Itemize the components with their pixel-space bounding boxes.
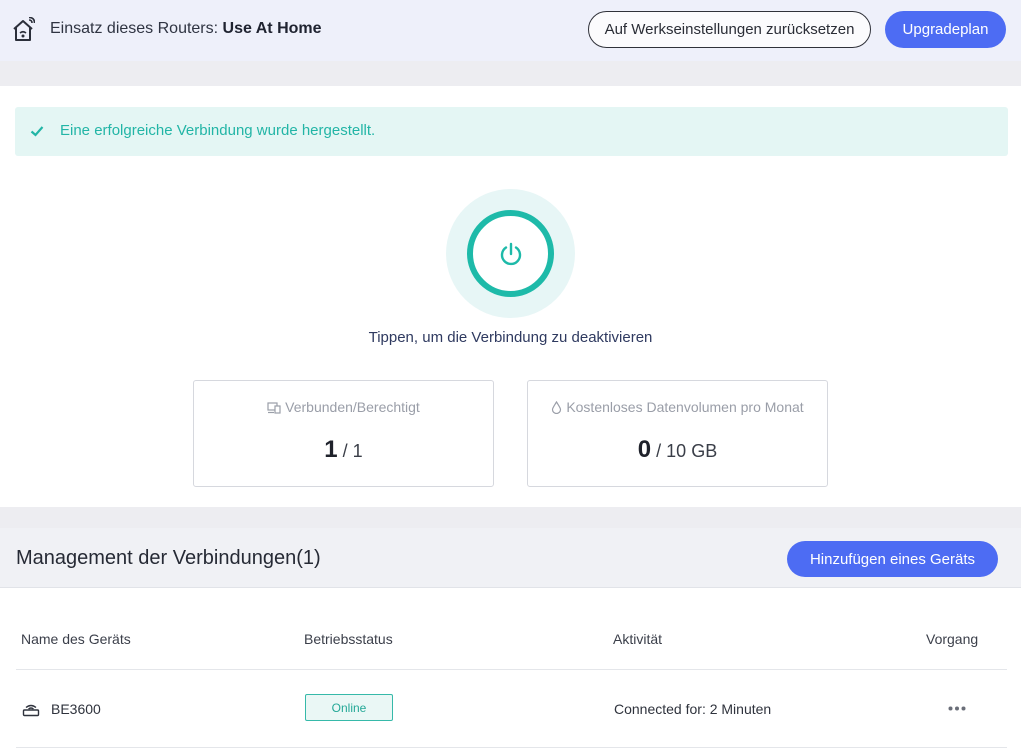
device-table: Name des Geräts Betriebsstatus Aktivität…	[0, 588, 1021, 754]
device-activity: Connected for: 2 Minuten	[614, 701, 772, 717]
header-divider	[16, 669, 1007, 670]
device-name: BE3600	[51, 701, 101, 717]
devices-stat-label: Verbunden/Berechtigt	[194, 399, 493, 415]
power-ring[interactable]	[467, 210, 554, 297]
devices-stat-value: 1 / 1	[324, 436, 363, 463]
check-icon	[30, 126, 44, 137]
home-wifi-icon	[13, 17, 35, 41]
column-header-action: Vorgang	[926, 631, 979, 647]
router-icon	[22, 704, 40, 717]
management-title: Management der Verbindungen(1)	[16, 547, 321, 569]
column-header-name: Name des Geräts	[21, 631, 131, 647]
droplet-icon	[552, 400, 562, 415]
upgrade-plan-button[interactable]: Upgradeplan	[885, 11, 1006, 48]
usage-value: Use At Home	[222, 20, 322, 37]
more-icon[interactable]	[948, 706, 966, 711]
router-usage-text: Einsatz dieses Routers: Use At Home	[50, 20, 322, 38]
status-badge: Online	[305, 694, 393, 721]
usage-label: Einsatz dieses Routers:	[50, 20, 219, 37]
data-stat-label: Kostenloses Datenvolumen pro Monat	[528, 399, 827, 415]
devices-icon	[267, 402, 281, 414]
row-divider	[16, 747, 1007, 748]
management-header: Management der Verbindungen(1) Hinzufüge…	[0, 528, 1021, 588]
devices-stat-box: Verbunden/Berechtigt 1 / 1	[193, 380, 494, 487]
power-toggle[interactable]	[446, 189, 575, 318]
top-bar: Einsatz dieses Routers: Use At Home Auf …	[0, 0, 1021, 61]
data-stat-box: Kostenloses Datenvolumen pro Monat 0 / 1…	[527, 380, 828, 487]
column-header-activity: Aktivität	[613, 631, 663, 647]
column-header-status: Betriebsstatus	[304, 631, 393, 647]
success-message: Eine erfolgreiche Verbindung wurde herge…	[60, 122, 376, 139]
connection-card: Eine erfolgreiche Verbindung wurde herge…	[0, 86, 1021, 507]
power-hint: Tippen, um die Verbindung zu deaktiviere…	[368, 329, 653, 346]
power-icon	[500, 242, 521, 265]
add-device-button[interactable]: Hinzufügen eines Geräts	[787, 541, 998, 577]
data-stat-value: 0 / 10 GB	[637, 436, 718, 463]
factory-reset-button[interactable]: Auf Werkseinstellungen zurücksetzen	[588, 11, 871, 48]
success-banner: Eine erfolgreiche Verbindung wurde herge…	[15, 107, 1008, 156]
